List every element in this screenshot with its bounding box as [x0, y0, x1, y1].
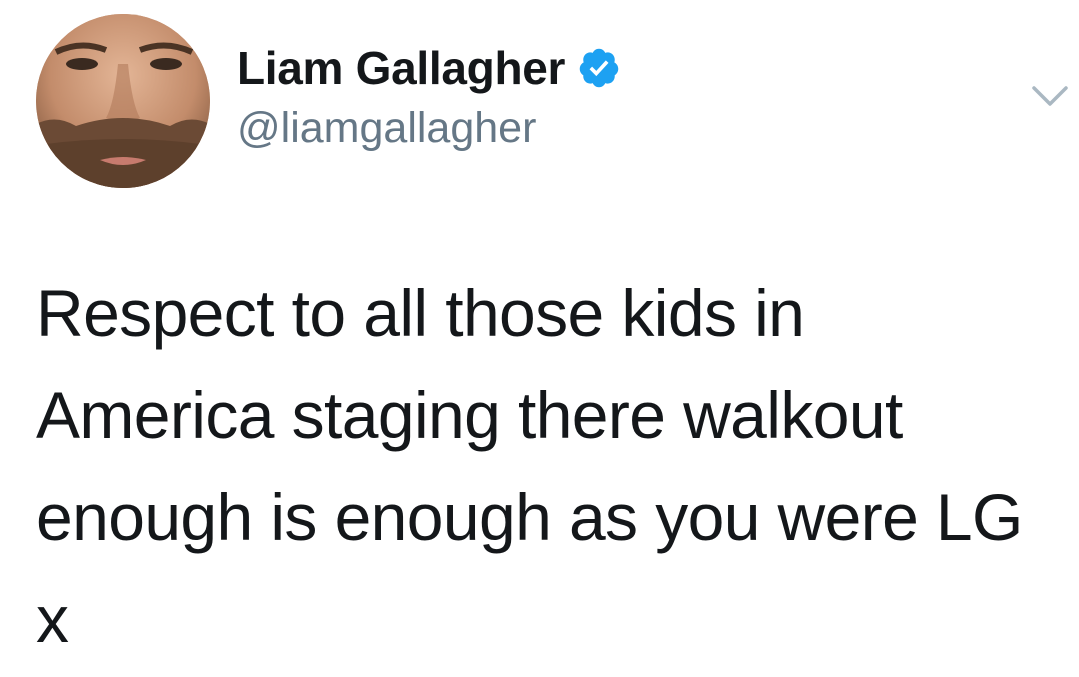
verified-badge-icon: [577, 46, 621, 90]
author-display-name[interactable]: Liam Gallagher: [237, 41, 565, 95]
author-row: Liam Gallagher: [237, 38, 621, 98]
tweet-text: Respect to all those kids in America sta…: [36, 276, 1023, 656]
profile-photo-icon: [36, 14, 210, 188]
chevron-down-icon[interactable]: [1030, 82, 1070, 110]
avatar[interactable]: [36, 14, 210, 188]
author-handle[interactable]: @liamgallagher: [237, 104, 536, 153]
tweet: Liam Gallagher @liamgallagher Respect to…: [0, 0, 1079, 677]
